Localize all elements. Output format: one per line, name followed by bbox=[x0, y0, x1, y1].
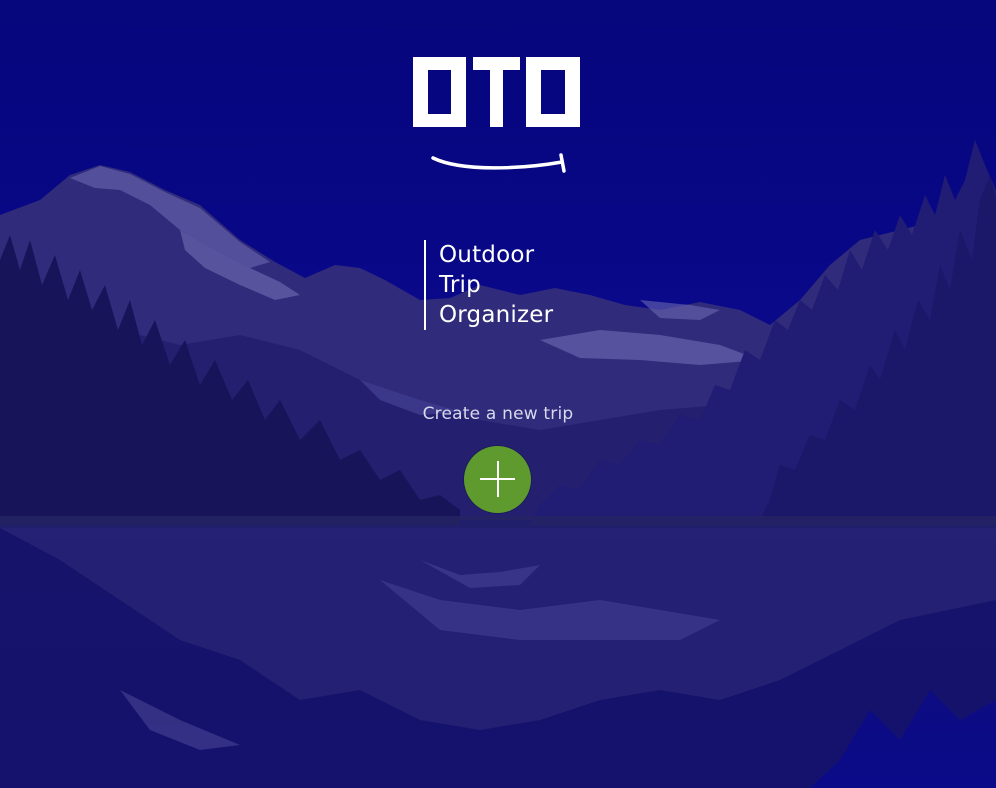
landing-screen: Outdoor Trip Organizer Create a new trip bbox=[0, 0, 996, 788]
tagline-line-outdoor: Outdoor bbox=[439, 242, 535, 268]
create-trip-button[interactable] bbox=[464, 446, 531, 513]
tagline-line-organizer: Organizer bbox=[439, 302, 554, 328]
app-tagline: Outdoor Trip Organizer bbox=[424, 240, 553, 330]
oto-logo bbox=[413, 57, 580, 173]
tagline-line-trip: Trip bbox=[439, 272, 481, 298]
create-trip-label: Create a new trip bbox=[422, 404, 574, 424]
